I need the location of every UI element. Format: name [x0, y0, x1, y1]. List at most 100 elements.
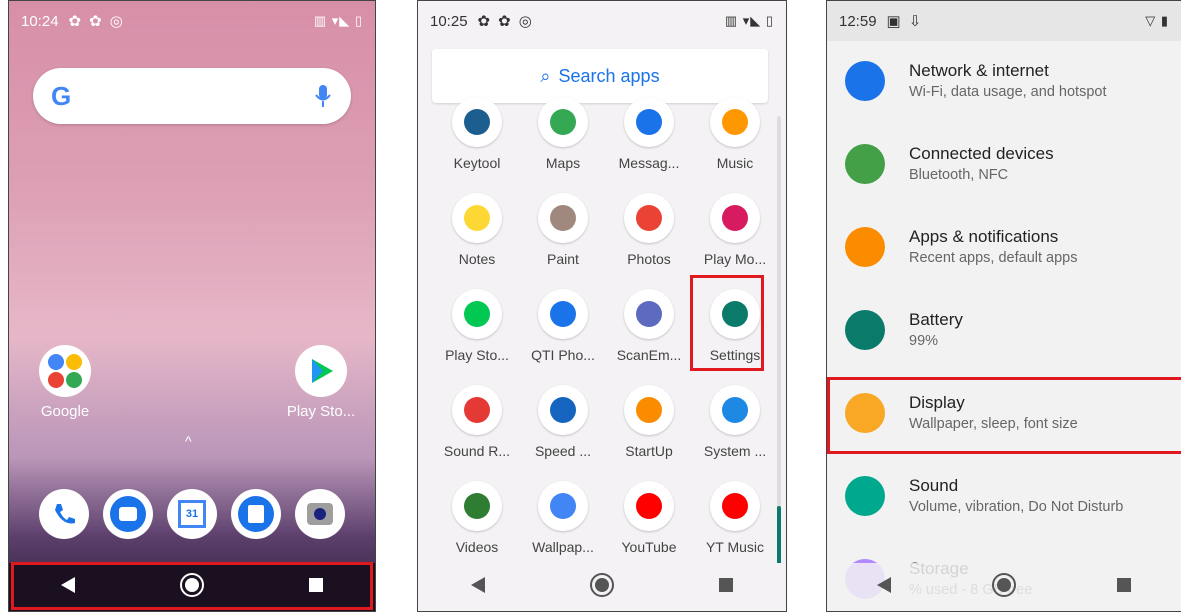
- app-label: Play Sto...: [286, 403, 356, 420]
- settings-item-apps-notifications[interactable]: Apps & notifications Recent apps, default…: [827, 205, 1181, 288]
- phone-icon[interactable]: [39, 489, 89, 539]
- settings-item-text: Connected devices Bluetooth, NFC: [909, 144, 1054, 183]
- app-label: Maps: [545, 155, 581, 171]
- settings-item-connected-devices[interactable]: Connected devices Bluetooth, NFC: [827, 122, 1181, 205]
- settings-item-battery[interactable]: Battery 99%: [827, 288, 1181, 371]
- settings-item-title: Battery: [909, 310, 963, 329]
- wifi-icon: [845, 60, 885, 101]
- app-keytool[interactable]: Keytool: [434, 97, 520, 171]
- app-play-sto[interactable]: Play Sto...: [434, 289, 520, 363]
- navigation-bar: [418, 563, 786, 611]
- home-icon[interactable]: [991, 572, 1017, 603]
- calendar-day: 31: [178, 500, 206, 528]
- recents-icon[interactable]: [1116, 577, 1132, 598]
- app-icon: [710, 385, 760, 435]
- app-play-mo[interactable]: Play Mo...: [692, 193, 778, 267]
- app-label: Videos: [455, 539, 499, 555]
- play-store-shortcut[interactable]: Play Sto...: [281, 345, 361, 420]
- app-maps[interactable]: Maps: [520, 97, 606, 171]
- app-sound-r[interactable]: Sound R...: [434, 385, 520, 459]
- mic-icon[interactable]: [313, 83, 333, 109]
- calendar-icon[interactable]: 31: [167, 489, 217, 539]
- app-scanem[interactable]: ScanEm...: [606, 289, 692, 363]
- app-label: Paint: [547, 251, 579, 267]
- app-system[interactable]: System ...: [692, 385, 778, 459]
- app-label: Play Mo...: [703, 251, 767, 267]
- download-icon: ⇩: [908, 13, 922, 30]
- contacts-icon[interactable]: [231, 489, 281, 539]
- app-qti-pho[interactable]: QTI Pho...: [520, 289, 606, 363]
- wifi-battery-icon: ▽ ▮: [1145, 13, 1169, 28]
- app-icon: [538, 481, 588, 531]
- app-speed[interactable]: Speed ...: [520, 385, 606, 459]
- app-icon: [710, 97, 760, 147]
- settings-item-title: Connected devices: [909, 144, 1054, 163]
- app-startup[interactable]: StartUp: [606, 385, 692, 459]
- image-icon: ▣: [886, 13, 901, 30]
- app-label: Speed ...: [534, 443, 592, 459]
- app-label: QTI Pho...: [531, 347, 595, 363]
- signal-icon: ▥ ▾◣ ▯: [724, 13, 774, 28]
- settings-item-sound[interactable]: Sound Volume, vibration, Do Not Disturb: [827, 454, 1181, 537]
- settings-screen: 12:59 ▣ ⇩ ▽ ▮ Network & internet Wi-Fi, d…: [826, 0, 1181, 612]
- sync-icon: ◎: [109, 13, 123, 30]
- app-yt-music[interactable]: YT Music: [692, 481, 778, 555]
- app-icon: [538, 385, 588, 435]
- settings-item-title: Apps & notifications: [909, 227, 1059, 246]
- settings-item-subtitle: Bluetooth, NFC: [909, 167, 1009, 183]
- navigation-bar: [827, 563, 1181, 611]
- settings-item-subtitle: Wi-Fi, data usage, and hotspot: [909, 84, 1107, 100]
- app-videos[interactable]: Videos: [434, 481, 520, 555]
- app-messag[interactable]: Messag...: [606, 97, 692, 171]
- app-label: ScanEm...: [616, 347, 682, 363]
- app-icon: [624, 481, 674, 531]
- app-icon: [452, 97, 502, 147]
- status-bar: 10:24 ✿ ✿ ◎ ▥ ▾◣ ▯: [9, 1, 375, 41]
- app-label: Play Sto...: [445, 347, 509, 363]
- sound-icon: [845, 475, 885, 516]
- google-folder[interactable]: Google: [25, 345, 105, 420]
- settings-item-network-internet[interactable]: Network & internet Wi-Fi, data usage, and…: [827, 39, 1181, 122]
- highlight-display: [827, 377, 1181, 454]
- battery-icon: [845, 309, 885, 350]
- scrollbar-thumb[interactable]: [777, 506, 781, 566]
- sync-icon: ◎: [518, 13, 532, 30]
- status-time: 12:59: [839, 12, 877, 30]
- apps-icon: [845, 226, 885, 267]
- app-wallpap[interactable]: Wallpap...: [520, 481, 606, 555]
- app-icon: [624, 385, 674, 435]
- back-icon[interactable]: [876, 576, 892, 599]
- app-notes[interactable]: Notes: [434, 193, 520, 267]
- gear-icon: ✿: [89, 13, 102, 30]
- google-folder-icon: [39, 345, 91, 397]
- play-store-icon: [295, 345, 347, 397]
- app-icon: [624, 289, 674, 339]
- app-icon: [624, 193, 674, 243]
- home-icon[interactable]: [589, 572, 615, 603]
- app-icon: [452, 481, 502, 531]
- search-icon: ⌕: [540, 65, 551, 86]
- status-time: 10:24: [21, 12, 59, 30]
- app-label: Notes: [458, 251, 496, 267]
- app-label: Messag...: [618, 155, 680, 171]
- devices-icon: [845, 143, 885, 184]
- google-search-bar[interactable]: G: [33, 68, 351, 124]
- settings-item-title: Network & internet: [909, 61, 1049, 80]
- app-music[interactable]: Music: [692, 97, 778, 171]
- app-label: StartUp: [625, 443, 673, 459]
- app-youtube[interactable]: YouTube: [606, 481, 692, 555]
- recents-icon[interactable]: [718, 577, 734, 598]
- app-paint[interactable]: Paint: [520, 193, 606, 267]
- messages-icon[interactable]: [103, 489, 153, 539]
- scrollbar[interactable]: [777, 116, 781, 566]
- status-bar: 10:25 ✿ ✿ ◎ ▥ ▾◣ ▯: [418, 1, 786, 41]
- camera-icon[interactable]: [295, 489, 345, 539]
- app-label: YouTube: [621, 539, 677, 555]
- chevron-up-icon[interactable]: ^: [185, 433, 192, 449]
- app-label: Sound R...: [443, 443, 511, 459]
- dock: 31: [39, 489, 345, 539]
- google-logo-icon: G: [51, 80, 72, 111]
- app-photos[interactable]: Photos: [606, 193, 692, 267]
- search-apps-input[interactable]: ⌕ Search apps: [432, 49, 768, 103]
- back-icon[interactable]: [470, 576, 486, 599]
